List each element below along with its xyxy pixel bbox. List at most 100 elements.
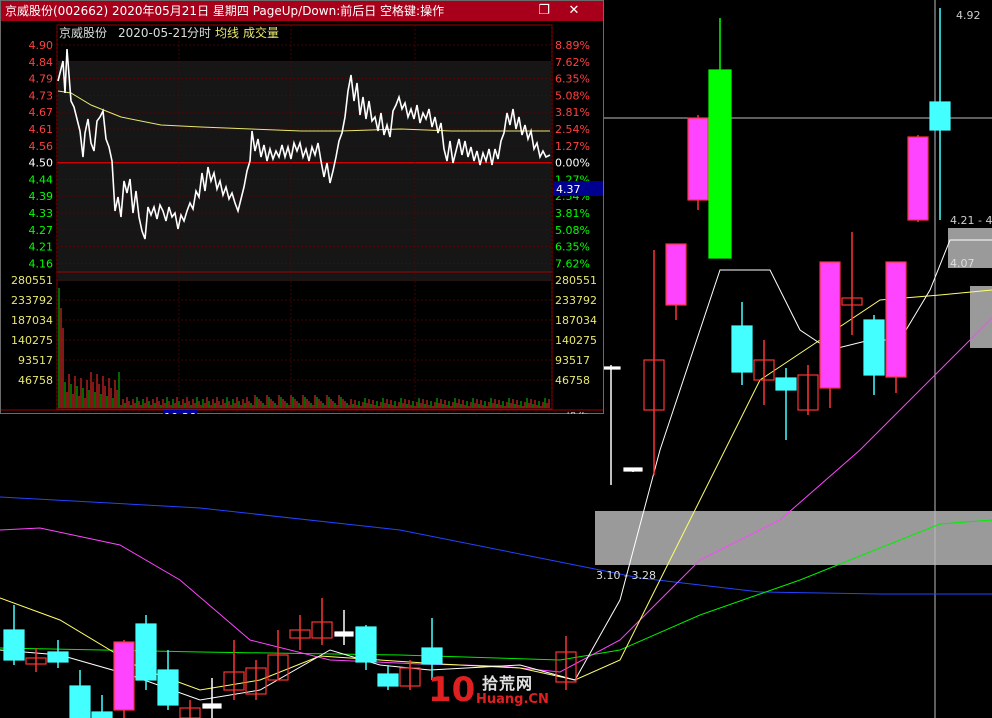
candlestick bbox=[223, 640, 245, 700]
percent-tick-label: 0.00% bbox=[555, 157, 590, 170]
price-tick-label: 4.90 bbox=[29, 39, 54, 52]
candlestick bbox=[885, 261, 907, 393]
support-zone bbox=[595, 511, 992, 565]
popup-titlebar[interactable]: 京威股份(002662) 2020年05月21日 星期四 PageUp/Down… bbox=[1, 1, 603, 21]
candlestick bbox=[643, 250, 665, 475]
resistance-zone-lower bbox=[970, 286, 992, 348]
restore-icon[interactable]: ❐ bbox=[535, 2, 553, 20]
intraday-popup-window[interactable]: 京威股份(002662) 2020年05月21日 星期四 PageUp/Down… bbox=[0, 0, 604, 414]
intraday-chart[interactable]: 4.90 8.89% 4.84 7.62% 4.79 6.35% 4.73 5.08% 4.67… bbox=[1, 21, 603, 414]
legend-stock-name: 京威股份 bbox=[59, 26, 107, 40]
candle-body bbox=[775, 377, 797, 391]
percent-tick-label: 7.62% bbox=[555, 56, 590, 69]
candlestick bbox=[69, 670, 91, 718]
volume-tick-label-right: 140275 bbox=[555, 334, 597, 347]
candlestick bbox=[179, 700, 201, 718]
candle-body bbox=[885, 261, 907, 378]
zone-upper-label: 4.21 - 4 bbox=[950, 214, 992, 227]
support-zone-label: 3.10 - 3.28 bbox=[596, 569, 656, 582]
percent-tick-label: 1.27% bbox=[555, 140, 590, 153]
candlestick bbox=[289, 615, 311, 650]
time-label: 14:00 bbox=[399, 412, 431, 414]
volume-tick-label: 46758 bbox=[18, 374, 53, 387]
time-label: 09:30 bbox=[9, 412, 41, 414]
candlestick bbox=[863, 315, 885, 395]
volume-tick-label: 93517 bbox=[18, 354, 53, 367]
price-tick-label: 4.27 bbox=[29, 224, 54, 237]
high-price-label: 4.92 bbox=[956, 9, 981, 22]
candlestick bbox=[334, 610, 354, 645]
candlestick bbox=[731, 302, 753, 385]
price-tick-label: 4.84 bbox=[29, 56, 54, 69]
legend-avg-line: 均线 bbox=[215, 26, 239, 40]
close-icon[interactable]: ✕ bbox=[565, 2, 583, 20]
percent-tick-label: 3.81% bbox=[555, 106, 590, 119]
volume-tick-label-right: 93517 bbox=[555, 354, 590, 367]
candlestick bbox=[819, 261, 841, 408]
candle-body bbox=[47, 651, 69, 663]
volume-tick-label-right: 46758 bbox=[555, 374, 590, 387]
candlestick bbox=[311, 598, 333, 645]
candlestick bbox=[3, 605, 25, 665]
volume-tick-label-right: 187034 bbox=[555, 314, 597, 327]
candle-body bbox=[377, 673, 399, 687]
price-tick-label: 4.56 bbox=[29, 140, 54, 153]
current-price-label: 4.37 bbox=[556, 183, 581, 196]
candlestick bbox=[25, 648, 47, 672]
candle-body bbox=[135, 623, 157, 681]
candlestick bbox=[623, 467, 643, 472]
candle-body bbox=[731, 325, 753, 373]
percent-tick-label: 6.35% bbox=[555, 241, 590, 254]
watermark-logo-number: 10 bbox=[428, 670, 476, 710]
percent-tick-label: 2.54% bbox=[555, 123, 590, 136]
candlestick bbox=[267, 630, 289, 681]
percent-tick-label: 5.08% bbox=[555, 224, 590, 237]
candle-body bbox=[665, 243, 687, 306]
candlestick bbox=[135, 615, 157, 690]
popup-title: 京威股份(002662) 2020年05月21日 星期四 PageUp/Down… bbox=[5, 4, 445, 18]
candle-body bbox=[113, 641, 135, 711]
candle-body bbox=[907, 136, 929, 221]
volume-tick-label: 280551 bbox=[11, 274, 53, 287]
volume-tick-label: 233792 bbox=[11, 294, 53, 307]
candlestick bbox=[708, 18, 732, 259]
candlestick bbox=[601, 365, 621, 485]
legend-date: 2020-05-21 bbox=[118, 26, 188, 40]
percent-tick-label: 7.62% bbox=[555, 257, 590, 270]
price-tick-label: 4.39 bbox=[29, 190, 54, 203]
percent-tick-label: 5.08% bbox=[555, 89, 590, 102]
candle-body bbox=[863, 319, 885, 376]
candle-body bbox=[91, 711, 113, 718]
price-tick-label: 4.21 bbox=[29, 241, 54, 254]
price-tick-label: 4.33 bbox=[29, 207, 54, 220]
candlestick bbox=[245, 660, 267, 700]
candle-body bbox=[708, 69, 732, 259]
candlestick bbox=[202, 678, 222, 718]
candlestick bbox=[91, 695, 113, 718]
time-label: 15:00 bbox=[521, 412, 553, 414]
volume-tick-label-right: 280551 bbox=[555, 274, 597, 287]
volume-tick-label: 140275 bbox=[11, 334, 53, 347]
candlestick bbox=[687, 115, 709, 210]
price-tick-label: 4.67 bbox=[29, 106, 54, 119]
legend-volume: 成交量 bbox=[243, 25, 279, 40]
candle-body bbox=[157, 669, 179, 706]
candlestick bbox=[797, 365, 819, 415]
candlestick bbox=[841, 232, 863, 335]
candlestick bbox=[377, 665, 399, 690]
candle-body bbox=[334, 631, 354, 637]
candlestick bbox=[665, 243, 687, 320]
candlestick bbox=[157, 650, 179, 710]
site-watermark: 10 拾荒网 Huang.CN bbox=[428, 668, 562, 714]
candlestick bbox=[775, 368, 797, 440]
operate-button[interactable]: 操作 bbox=[566, 410, 588, 414]
price-tick-label: 4.79 bbox=[29, 73, 54, 86]
price-tick-label: 4.50 bbox=[29, 157, 54, 170]
candlestick bbox=[113, 640, 135, 718]
candle-body bbox=[929, 101, 951, 131]
candlestick bbox=[929, 8, 951, 220]
candle-body bbox=[355, 626, 377, 663]
percent-tick-label: 6.35% bbox=[555, 73, 590, 86]
volume-tick-label: 187034 bbox=[11, 314, 53, 327]
candle-body bbox=[421, 647, 443, 665]
